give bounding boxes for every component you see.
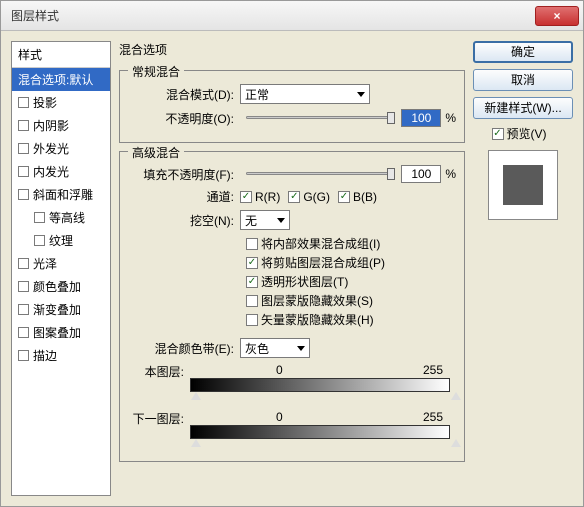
style-drop-shadow[interactable]: 投影 — [12, 91, 110, 114]
opt-clipped-layers[interactable]: ✓将剪贴图层混合成组(P) — [246, 254, 456, 271]
under-white-value: 255 — [423, 410, 443, 424]
blend-mode-select[interactable]: 正常 — [240, 84, 370, 104]
styles-header: 样式 — [12, 42, 110, 68]
checkbox-icon — [246, 295, 258, 307]
checkbox-icon[interactable] — [18, 258, 29, 269]
opt-vector-mask-hide[interactable]: 矢量蒙版隐藏效果(H) — [246, 311, 456, 328]
pct-label: % — [445, 111, 456, 125]
opacity-label: 不透明度(O): — [128, 110, 240, 127]
blending-options-title: 混合选项 — [119, 43, 167, 57]
opt-transparency-shapes[interactable]: ✓透明形状图层(T) — [246, 273, 456, 290]
opacity-value[interactable]: 100 — [401, 109, 441, 127]
checkbox-icon[interactable] — [18, 189, 29, 200]
blend-mode-label: 混合模式(D): — [128, 86, 240, 103]
opacity-slider[interactable] — [246, 109, 395, 127]
this-white-value: 255 — [423, 363, 443, 377]
checkbox-icon[interactable] — [18, 120, 29, 131]
preview-swatch — [503, 165, 543, 205]
style-satin[interactable]: 光泽 — [12, 252, 110, 275]
underlying-layer-label: 下一图层: — [128, 410, 190, 427]
style-inner-glow[interactable]: 内发光 — [12, 160, 110, 183]
knockout-select[interactable]: 无 — [240, 210, 290, 230]
underlying-layer-markers[interactable] — [196, 439, 456, 451]
slider-thumb-icon[interactable] — [451, 392, 461, 400]
fill-opacity-value[interactable]: 100 — [401, 165, 441, 183]
fill-opacity-slider[interactable] — [246, 165, 395, 183]
opt-interior-effects[interactable]: 将内部效果混合成组(I) — [246, 235, 456, 252]
fieldset-advanced-blend: 高级混合 填充不透明度(F): 100 % 通道: ✓R(R) ✓G(G) ✓B… — [119, 151, 465, 462]
channel-b[interactable]: ✓B(B) — [338, 190, 377, 204]
checkbox-checked-icon: ✓ — [246, 276, 258, 288]
legend-normal: 常规混合 — [128, 63, 184, 80]
opt-layer-mask-hide[interactable]: 图层蒙版隐藏效果(S) — [246, 292, 456, 309]
style-gradient-overlay[interactable]: 渐变叠加 — [12, 298, 110, 321]
chevron-down-icon — [357, 92, 365, 97]
styles-panel: 样式 混合选项:默认 投影 内阴影 外发光 内发光 斜面和浮雕 等高线 纹理 光… — [11, 41, 111, 496]
ok-button[interactable]: 确定 — [473, 41, 573, 63]
style-inner-shadow[interactable]: 内阴影 — [12, 114, 110, 137]
checkbox-checked-icon: ✓ — [492, 128, 504, 140]
right-panel: 确定 取消 新建样式(W)... ✓预览(V) — [473, 41, 573, 496]
legend-advanced: 高级混合 — [128, 144, 184, 161]
titlebar: 图层样式 × — [1, 1, 583, 31]
checkbox-icon[interactable] — [18, 350, 29, 361]
under-black-value: 0 — [276, 410, 283, 424]
checkbox-icon[interactable] — [18, 143, 29, 154]
knockout-label: 挖空(N): — [128, 212, 240, 229]
slider-thumb-icon[interactable] — [191, 439, 201, 447]
underlying-layer-gradient[interactable] — [190, 425, 450, 439]
this-black-value: 0 — [276, 363, 283, 377]
checkbox-icon[interactable] — [18, 327, 29, 338]
checkbox-icon[interactable] — [18, 304, 29, 315]
style-blending-options[interactable]: 混合选项:默认 — [12, 68, 110, 91]
cancel-button[interactable]: 取消 — [473, 69, 573, 91]
checkbox-icon — [246, 238, 258, 250]
new-style-button[interactable]: 新建样式(W)... — [473, 97, 573, 119]
checkbox-icon[interactable] — [18, 97, 29, 108]
chevron-down-icon — [297, 346, 305, 351]
main-panel: 混合选项 常规混合 混合模式(D): 正常 不透明度(O): 100 % 高级混 — [119, 41, 465, 496]
style-stroke[interactable]: 描边 — [12, 344, 110, 367]
style-texture[interactable]: 纹理 — [12, 229, 110, 252]
checkbox-icon — [246, 314, 258, 326]
this-layer-gradient[interactable] — [190, 378, 450, 392]
checkbox-checked-icon: ✓ — [246, 257, 258, 269]
pct-label: % — [445, 167, 456, 181]
style-outer-glow[interactable]: 外发光 — [12, 137, 110, 160]
preview-toggle[interactable]: ✓预览(V) — [492, 125, 547, 142]
blend-if-select[interactable]: 灰色 — [240, 338, 310, 358]
checkbox-icon[interactable] — [18, 281, 29, 292]
window-title: 图层样式 — [11, 7, 535, 24]
style-contour[interactable]: 等高线 — [12, 206, 110, 229]
checkbox-icon[interactable] — [18, 166, 29, 177]
channel-g[interactable]: ✓G(G) — [288, 190, 330, 204]
checkbox-checked-icon: ✓ — [338, 191, 350, 203]
checkbox-icon[interactable] — [34, 235, 45, 246]
blend-if-label: 混合颜色带(E): — [128, 340, 240, 357]
channel-label: 通道: — [128, 188, 240, 205]
chevron-down-icon — [277, 218, 285, 223]
channel-r[interactable]: ✓R(R) — [240, 190, 280, 204]
fieldset-normal-blend: 常规混合 混合模式(D): 正常 不透明度(O): 100 % — [119, 70, 465, 143]
style-bevel[interactable]: 斜面和浮雕 — [12, 183, 110, 206]
this-layer-label: 本图层: — [128, 363, 190, 380]
slider-thumb-icon[interactable] — [191, 392, 201, 400]
style-color-overlay[interactable]: 颜色叠加 — [12, 275, 110, 298]
preview-box — [488, 150, 558, 220]
checkbox-checked-icon: ✓ — [288, 191, 300, 203]
close-button[interactable]: × — [535, 6, 579, 26]
checkbox-icon[interactable] — [34, 212, 45, 223]
slider-thumb-icon[interactable] — [451, 439, 461, 447]
this-layer-markers[interactable] — [196, 392, 456, 404]
style-pattern-overlay[interactable]: 图案叠加 — [12, 321, 110, 344]
checkbox-checked-icon: ✓ — [240, 191, 252, 203]
fill-opacity-label: 填充不透明度(F): — [128, 166, 240, 183]
